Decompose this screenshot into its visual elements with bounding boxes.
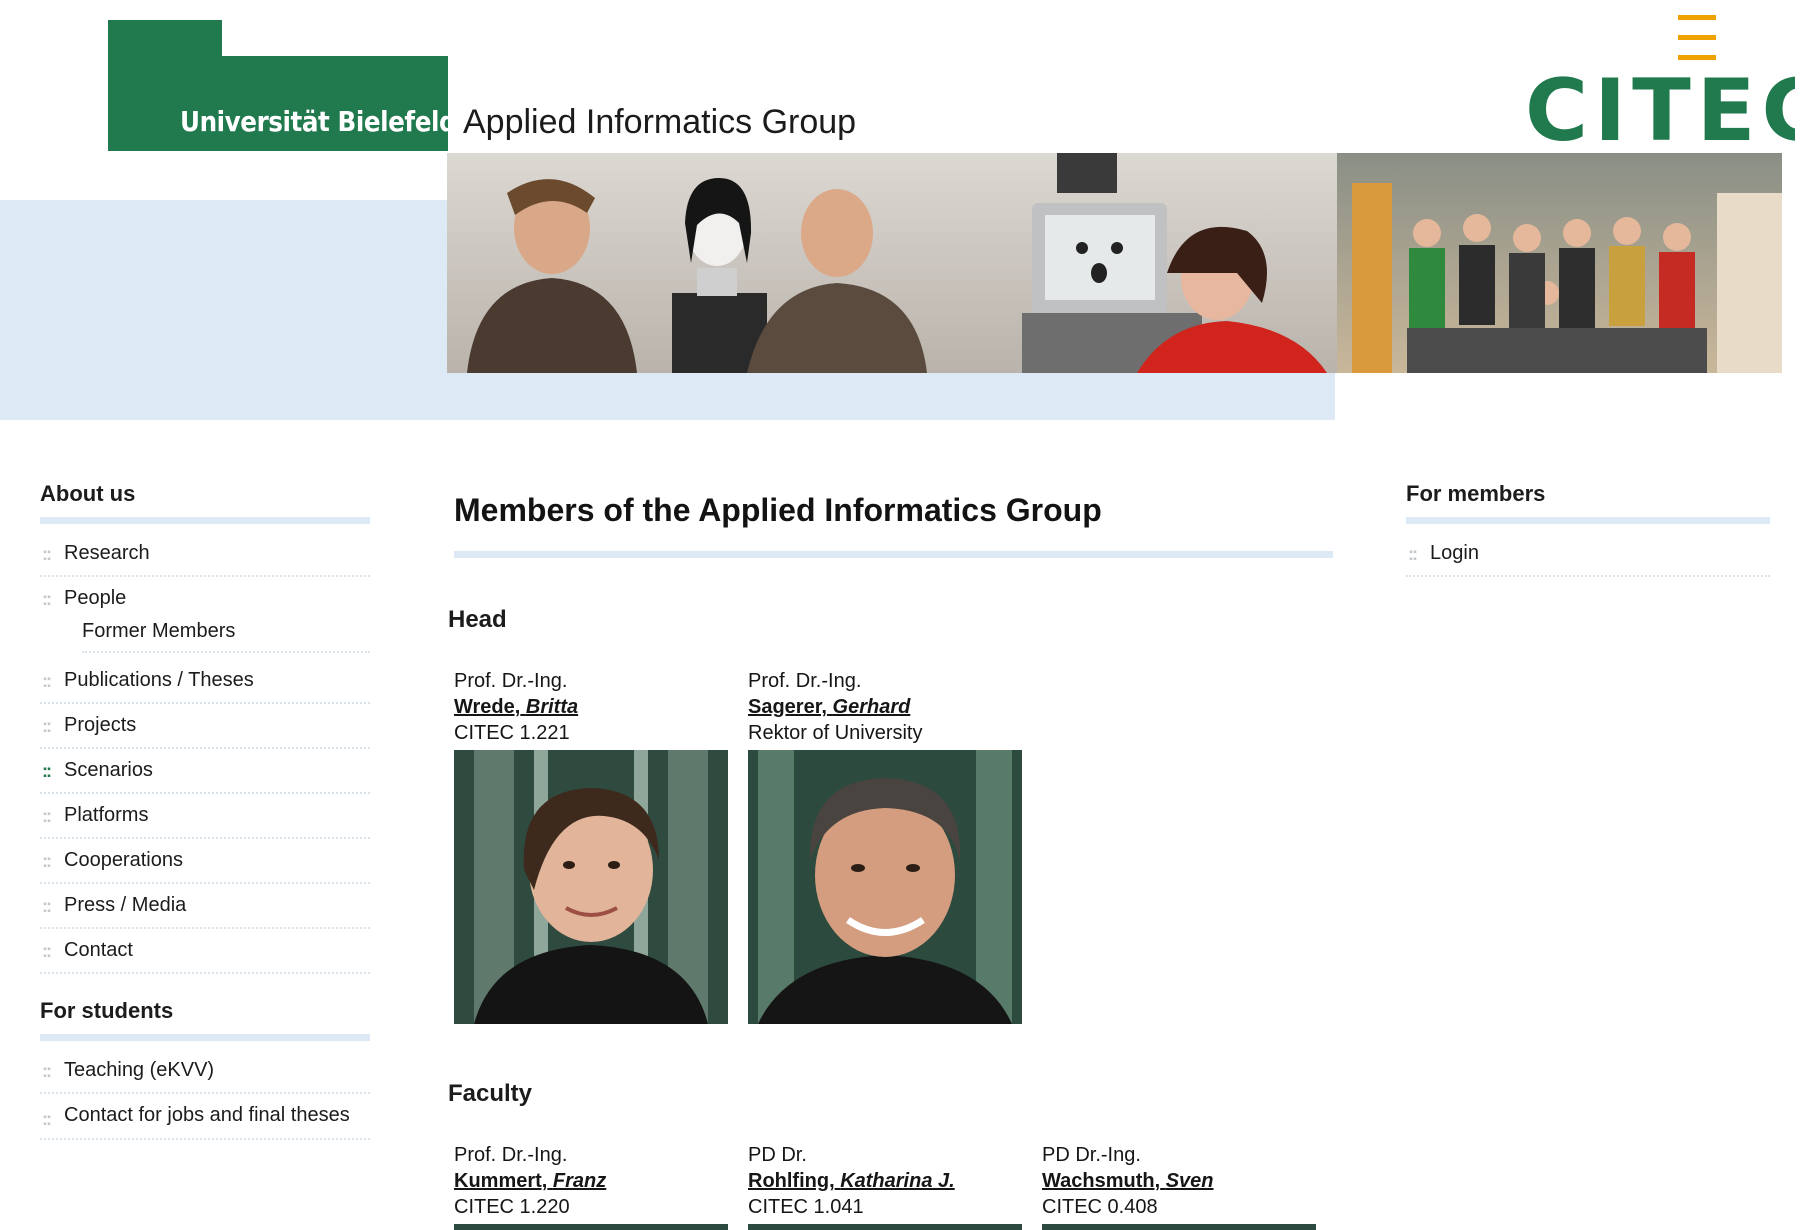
- nav-item-research[interactable]: :: Research: [40, 532, 370, 577]
- nav-item-login[interactable]: :: Login: [1406, 532, 1770, 577]
- bullet-icon: ::: [42, 851, 52, 871]
- member-card: Prof. Dr.-Ing. Sagerer, Gerhard Rektor o…: [748, 668, 1022, 1024]
- bullet-icon: ::: [42, 716, 52, 736]
- member-room: CITEC 1.220: [454, 1196, 570, 1218]
- member-photo[interactable]: [454, 750, 728, 1024]
- member-card: PD Dr. Rohlfing, Katharina J. CITEC 1.04…: [748, 1142, 1022, 1230]
- member-title: Prof. Dr.-Ing.: [454, 1144, 568, 1166]
- nav-item-people[interactable]: :: People Former Members: [40, 577, 370, 655]
- nav-item-jobs-theses[interactable]: :: Contact for jobs and final theses: [40, 1094, 370, 1140]
- nav-item-label: Research: [64, 542, 150, 564]
- bullet-icon: ::: [1408, 544, 1418, 564]
- bullet-icon: ::: [42, 1061, 52, 1081]
- nav-item-label: Contact: [64, 939, 133, 961]
- member-name-link[interactable]: Rohlfing, Katharina J.: [748, 1168, 955, 1194]
- university-logo-block: [108, 20, 222, 58]
- member-first-name: Britta: [525, 696, 579, 718]
- member-title: PD Dr.-Ing.: [1042, 1144, 1141, 1166]
- member-last-name: Sagerer,: [748, 696, 827, 718]
- bullet-icon: ::: [42, 806, 52, 826]
- right-sidebar: For members :: Login: [1406, 475, 1770, 577]
- nav-item-label: People: [64, 587, 127, 609]
- member-title: Prof. Dr.-Ing.: [748, 670, 862, 692]
- faculty-section-heading: Faculty: [448, 1080, 533, 1107]
- head-members: Prof. Dr.-Ing. Wrede, Britta CITEC 1.221: [454, 668, 1333, 1024]
- main-content: Members of the Applied Informatics Group…: [448, 470, 1333, 1230]
- bullet-icon: ::: [42, 1109, 52, 1129]
- nav-item-contact[interactable]: :: Contact: [40, 929, 370, 974]
- nav-item-teaching[interactable]: :: Teaching (eKVV): [40, 1049, 370, 1094]
- member-room: Rektor of University: [748, 722, 923, 744]
- member-photo[interactable]: [454, 1224, 728, 1230]
- left-sidebar: About us :: Research :: People Former Me…: [40, 475, 370, 1140]
- head-section-heading: Head: [448, 606, 507, 633]
- nav-item-label: Press / Media: [64, 894, 187, 916]
- nav-item-label: Publications / Theses: [64, 669, 254, 691]
- for-members-heading: For members: [1406, 475, 1770, 524]
- for-students-heading: For students: [40, 992, 370, 1041]
- nav-item-label: Projects: [64, 714, 137, 736]
- member-photo[interactable]: [748, 1224, 1022, 1230]
- bullet-icon: ::: [42, 544, 52, 564]
- page-header: Universität Bielefeld Applied Informatic…: [0, 0, 1800, 420]
- member-card: PD Dr.-Ing. Wachsmuth, Sven CITEC 0.408: [1042, 1142, 1316, 1230]
- member-name-link[interactable]: Wachsmuth, Sven: [1042, 1168, 1214, 1194]
- faculty-members: Prof. Dr.-Ing. Kummert, Franz CITEC 1.22…: [454, 1142, 1333, 1230]
- group-title[interactable]: Applied Informatics Group: [463, 103, 856, 142]
- member-first-name: Franz: [552, 1170, 607, 1192]
- nav-item-press-media[interactable]: :: Press / Media: [40, 884, 370, 929]
- nav-item-label: Scenarios: [64, 759, 153, 781]
- nav-item-cooperations[interactable]: :: Cooperations: [40, 839, 370, 884]
- member-photo[interactable]: [1042, 1224, 1316, 1230]
- member-room: CITEC 1.221: [454, 722, 570, 744]
- bullet-icon: ::: [42, 941, 52, 961]
- member-first-name: Gerhard: [832, 696, 911, 718]
- nav-item-label: Login: [1430, 542, 1479, 564]
- member-room: CITEC 0.408: [1042, 1196, 1158, 1218]
- nav-item-label: Teaching (eKVV): [64, 1059, 215, 1081]
- university-name: Universität Bielefeld: [180, 105, 457, 138]
- nav-subitem-former-members[interactable]: Former Members: [82, 620, 370, 653]
- nav-item-projects[interactable]: :: Projects: [40, 704, 370, 749]
- about-us-menu: :: Research :: People Former Members :: …: [40, 532, 370, 974]
- bullet-icon: ::: [42, 671, 52, 691]
- member-photo[interactable]: [748, 750, 1022, 1024]
- member-title: Prof. Dr.-Ing.: [454, 670, 568, 692]
- member-last-name: Wrede,: [454, 696, 521, 718]
- nav-item-platforms[interactable]: :: Platforms: [40, 794, 370, 839]
- nav-item-label: Platforms: [64, 804, 149, 826]
- bullet-icon: ::: [42, 589, 52, 609]
- member-last-name: Wachsmuth,: [1042, 1170, 1161, 1192]
- member-card: Prof. Dr.-Ing. Wrede, Britta CITEC 1.221: [454, 668, 728, 1024]
- member-room: CITEC 1.041: [748, 1196, 864, 1218]
- member-name-link[interactable]: Kummert, Franz: [454, 1168, 606, 1194]
- member-name-link[interactable]: Sagerer, Gerhard: [748, 694, 910, 720]
- member-last-name: Rohlfing,: [748, 1170, 835, 1192]
- page-title: Members of the Applied Informatics Group: [454, 492, 1333, 558]
- member-title: PD Dr.: [748, 1144, 807, 1166]
- students-menu: :: Teaching (eKVV) :: Contact for jobs a…: [40, 1049, 370, 1140]
- member-name-link[interactable]: Wrede, Britta: [454, 694, 578, 720]
- member-last-name: Kummert,: [454, 1170, 548, 1192]
- bullet-icon: ::: [42, 896, 52, 916]
- nav-item-scenarios[interactable]: :: Scenarios: [40, 749, 370, 794]
- about-us-heading: About us: [40, 475, 370, 524]
- member-first-name: Katharina J.: [840, 1170, 955, 1192]
- citec-logo-text: CITEC: [1525, 61, 1795, 161]
- member-card: Prof. Dr.-Ing. Kummert, Franz CITEC 1.22…: [454, 1142, 728, 1230]
- members-menu: :: Login: [1406, 532, 1770, 577]
- nav-item-label: Contact for jobs and final theses: [64, 1104, 350, 1126]
- header-banner-image: [447, 153, 1782, 373]
- active-bullet-icon: ::: [42, 761, 52, 781]
- nav-item-publications[interactable]: :: Publications / Theses: [40, 659, 370, 704]
- nav-item-label: Cooperations: [64, 849, 183, 871]
- member-first-name: Sven: [1165, 1170, 1214, 1192]
